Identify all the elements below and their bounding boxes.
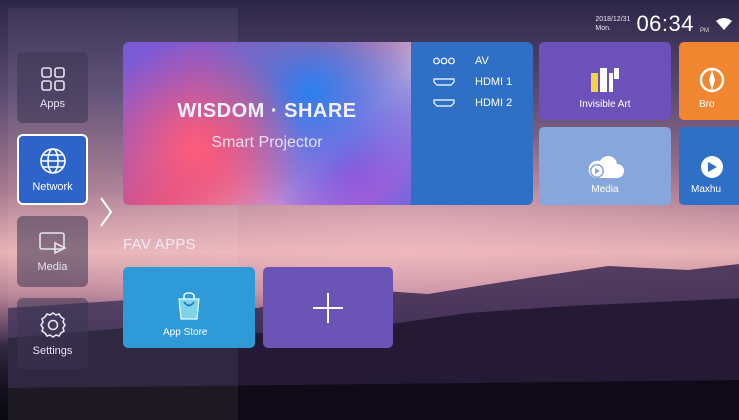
date-text: 2018/12/31 xyxy=(595,16,631,23)
app-label: App Store xyxy=(163,327,208,338)
app-label: Invisible Art xyxy=(579,99,631,110)
hero-title: WISDOM · SHARE xyxy=(177,100,357,122)
globe-icon xyxy=(39,147,66,174)
av-icon xyxy=(433,57,455,64)
fav-tile-app-store[interactable]: App Store xyxy=(123,267,255,348)
source-item-hdmi1[interactable]: HDMI 1 xyxy=(421,71,531,92)
cloud-play-icon xyxy=(588,156,624,178)
hdmi-icon xyxy=(433,98,455,107)
sidebar-item-label: Media xyxy=(37,260,68,273)
source-label: AV xyxy=(475,54,489,67)
app-tile-invisible-art[interactable]: Invisible Art xyxy=(539,42,671,120)
hero-card[interactable]: WISDOM · SHARE Smart Projector AV HDMI 1 xyxy=(123,42,533,205)
maxhub-logo-icon xyxy=(701,156,723,178)
add-fav-app-button[interactable] xyxy=(263,267,393,348)
sidebar-item-label: Apps xyxy=(39,97,66,110)
app-label: Media xyxy=(591,184,619,195)
sidebar-item-network[interactable]: Network xyxy=(17,134,88,205)
sidebar-item-settings[interactable]: Settings xyxy=(17,298,88,369)
plus-icon xyxy=(313,292,343,323)
app-tile-maxhub[interactable]: Maxhu xyxy=(679,127,739,205)
hero-artwork xyxy=(123,42,411,205)
app-tile-media[interactable]: Media xyxy=(539,127,671,205)
fav-apps-title: FAV APPS xyxy=(123,236,196,253)
clock-ampm: PM xyxy=(700,28,709,34)
shopping-bag-icon xyxy=(178,292,200,320)
wifi-icon xyxy=(716,18,732,30)
source-label: HDMI 2 xyxy=(475,96,513,109)
hero-subtitle: Smart Projector xyxy=(211,134,323,151)
media-screen-icon xyxy=(38,231,67,254)
invisible-art-logo-icon xyxy=(591,68,619,92)
clock-time: 06:34 xyxy=(636,11,694,36)
source-item-hdmi2[interactable]: HDMI 2 xyxy=(421,92,531,113)
weekday-text: Mon. xyxy=(595,25,611,32)
sidebar-item-label: Network xyxy=(32,180,73,193)
hdmi-icon xyxy=(433,77,455,86)
sidebar-item-apps[interactable]: Apps xyxy=(17,52,88,123)
app-tile-browser[interactable]: Bro xyxy=(679,42,739,120)
input-source-list: AV HDMI 1 HDMI 2 xyxy=(421,50,531,113)
source-item-av[interactable]: AV xyxy=(421,50,531,71)
date-block: 2018/12/31 Mon. xyxy=(595,15,630,33)
chevron-right-icon xyxy=(100,197,113,227)
app-label: Maxhu xyxy=(691,184,722,195)
browser-compass-icon xyxy=(699,67,725,93)
status-bar: 2018/12/31 Mon. 06:34 PM xyxy=(595,11,739,36)
source-label: HDMI 1 xyxy=(475,75,513,88)
apps-grid-icon xyxy=(40,66,65,91)
gear-icon xyxy=(39,311,66,338)
sidebar-item-media[interactable]: Media xyxy=(17,216,88,287)
sidebar-item-label: Settings xyxy=(32,344,73,357)
app-label: Bro xyxy=(699,99,715,110)
